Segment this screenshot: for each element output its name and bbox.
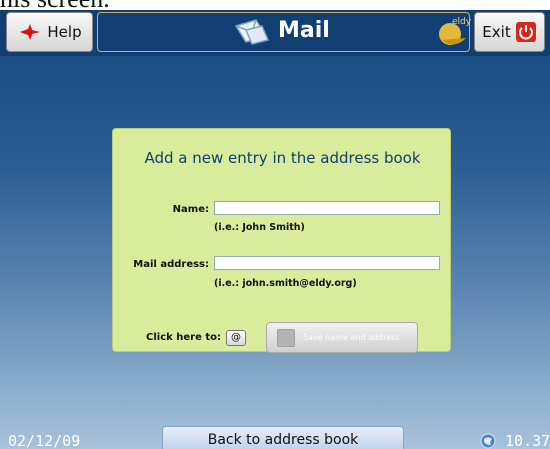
- name-field[interactable]: [214, 201, 440, 215]
- mail-address-label: Mail address:: [133, 259, 209, 270]
- date-display: 02/12/09: [8, 432, 81, 449]
- save-icon: [277, 328, 295, 347]
- save-button[interactable]: Save name and address: [266, 322, 418, 353]
- app-screen: Help Mail eldy Exit Add a new entry in t…: [0, 10, 550, 449]
- time-display: 10.37: [505, 432, 550, 449]
- page-title: Mail: [278, 18, 330, 43]
- back-to-address-book-button[interactable]: Back to address book: [162, 426, 404, 449]
- help-icon: [20, 24, 41, 40]
- clipped-caption-text: his screen.: [0, 0, 200, 12]
- envelope-icon: [234, 19, 270, 45]
- eldy-logo-icon: eldy: [439, 17, 472, 45]
- top-bar: Help Mail eldy Exit: [0, 10, 550, 56]
- mail-address-field[interactable]: [214, 256, 440, 270]
- add-entry-panel: Add a new entry in the address book Name…: [112, 128, 451, 353]
- mail-address-hint: (i.e.: john.smith@eldy.org): [214, 278, 357, 289]
- click-here-label: Click here to:: [146, 332, 221, 343]
- power-icon: [515, 22, 536, 42]
- save-label: Save name and address: [303, 333, 400, 342]
- at-sign-button[interactable]: @: [226, 330, 246, 346]
- name-label: Name:: [172, 204, 209, 215]
- name-hint: (i.e.: John Smith): [214, 222, 305, 233]
- exit-label: Exit: [482, 23, 511, 41]
- globe-icon: [480, 433, 496, 449]
- panel-title: Add a new entry in the address book: [144, 149, 421, 167]
- exit-button[interactable]: Exit: [474, 12, 545, 52]
- eldy-logo-text: eldy: [452, 17, 472, 27]
- page: his screen. Help Mail eldy: [0, 0, 550, 449]
- help-button[interactable]: Help: [6, 12, 93, 52]
- help-label: Help: [47, 23, 82, 41]
